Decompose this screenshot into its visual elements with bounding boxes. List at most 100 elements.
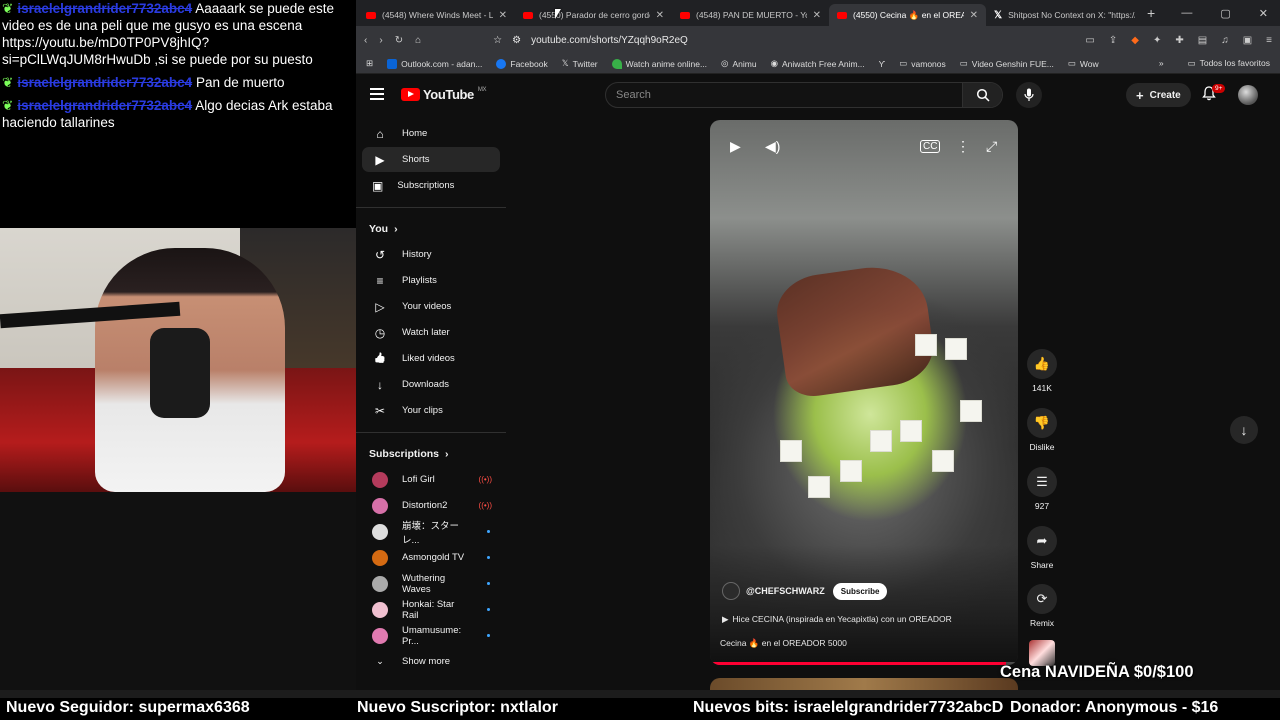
sidebar-item-liked-videos[interactable]: 👍 Liked videos [362, 346, 500, 371]
brave-shield-icon[interactable]: ◆ [1131, 35, 1139, 46]
puzzle-icon[interactable]: ✚ [1175, 35, 1183, 46]
close-tab-icon[interactable]: ✕ [813, 10, 821, 21]
chevron-down-icon: ⌄ [376, 656, 384, 666]
youtube-logo[interactable]: YouTube MX [401, 87, 487, 102]
url-text[interactable]: youtube.com/shorts/YZqqh9oR2eQ [531, 35, 688, 46]
sidebar-item-shorts[interactable]: ▶ Shorts [362, 147, 500, 172]
apps-grid-icon[interactable]: ⊞ [366, 58, 373, 69]
browser-tab-active[interactable]: (4550) Cecina 🔥 en el OREAD... ✕ [829, 4, 986, 26]
sidebar-item-your-clips[interactable]: ✂ Your clips [362, 398, 500, 423]
notification-badge: 9+ [1212, 84, 1226, 93]
home-browser-icon[interactable]: ⌂ [415, 35, 421, 46]
bookmark[interactable]: ◎ Animu [721, 58, 757, 69]
sidebar-item-subscription[interactable]: Honkai: Star Rail [362, 597, 500, 622]
channel-name[interactable]: @CHEFSCHWARZ [746, 586, 825, 596]
bookmark[interactable]: Facebook [496, 58, 548, 69]
account-avatar[interactable] [1238, 85, 1258, 105]
remix-action[interactable]: ⟳ Remix [1023, 584, 1061, 628]
remix-icon[interactable]: ⟳ [1027, 584, 1057, 614]
all-bookmarks[interactable]: » ▭ Todos los favoritos [1159, 58, 1270, 69]
address-bar[interactable]: ☆ ⚙ youtube.com/shorts/YZqqh9oR2eQ [493, 30, 688, 50]
video-title[interactable]: ▶ Hice CECINA (inspirada en Yecapixtla) c… [722, 614, 952, 625]
dislike-icon[interactable]: 👎 [1027, 408, 1057, 438]
browser-tab[interactable]: (4548) Where Winds Meet - Launch ✕ [358, 4, 515, 26]
sidebar-item-subscription[interactable]: Wuthering Waves [362, 571, 500, 596]
like-action[interactable]: 👍 141K [1023, 349, 1061, 393]
maximize-icon[interactable]: ▢ [1220, 7, 1230, 20]
subscribe-button[interactable]: Subscribe [832, 582, 888, 600]
wallet-icon[interactable]: ▣ [1243, 35, 1252, 46]
music-icon[interactable]: ♫ [1221, 35, 1229, 46]
bookmark[interactable]: Watch anime online... [611, 58, 708, 69]
site-info-icon[interactable]: ⚙ [512, 35, 521, 46]
sidebar-item-history[interactable]: ↺ History [362, 242, 500, 267]
fullscreen-icon[interactable]: ⤢ [986, 138, 997, 155]
shorts-player[interactable]: ▶ ◀) CC ⋮ ⤢ @CHEFSCHWARZ Subscribe ▶ Hice… [710, 120, 1018, 665]
browser-tab[interactable]: (4548) PAN DE MUERTO - YouTube ✕ [672, 4, 829, 26]
video-sound-title[interactable]: Cecina 🔥 en el OREADOR 5000 [720, 638, 847, 649]
next-video-button[interactable]: ↓ [1230, 416, 1258, 444]
bookmark[interactable]: ◉ Aniwatch Free Anim... [771, 58, 865, 69]
browser-tab[interactable]: (4550) Parador de cerro gordo ✕ [515, 4, 672, 26]
dislike-action[interactable]: 👎 Dislike [1023, 408, 1061, 452]
share-arrow-icon[interactable]: ➦ [1027, 526, 1057, 556]
sidebar-item-subscription[interactable]: 崩壊：スターレ... [362, 519, 500, 546]
bookmark-folder[interactable]: ▭ Video Genshin FUE... [960, 58, 1054, 69]
next-short-preview[interactable] [710, 678, 1018, 690]
screen-icon[interactable]: ▭ [1085, 35, 1094, 46]
sidebar-section-subscriptions[interactable]: Subscriptions › [356, 442, 506, 466]
show-more-button[interactable]: ⌄ Show more [362, 649, 500, 674]
search-box[interactable] [605, 82, 1003, 108]
create-button[interactable]: + Create [1126, 83, 1191, 107]
minimize-icon[interactable]: — [1181, 7, 1192, 20]
reload-icon[interactable]: ↻ [395, 35, 403, 46]
bookmark-star-icon[interactable]: ☆ [493, 35, 502, 46]
more-options-icon[interactable]: ⋮ [956, 138, 970, 155]
captions-icon[interactable]: CC [920, 140, 941, 153]
sidebar-item-watch-later[interactable]: ◷ Watch later [362, 320, 500, 345]
new-tab-icon[interactable]: + [1147, 5, 1155, 21]
sidebar-item-subscription[interactable]: Asmongold TV [362, 545, 500, 570]
share-action[interactable]: ➦ Share [1023, 526, 1061, 570]
sidebar-item-home[interactable]: ⌂ Home [362, 121, 500, 146]
comments-action[interactable]: ☰ 927 [1023, 467, 1061, 511]
ticker-item: Donador: Anonymous - $16 [1010, 699, 1219, 716]
sidebar-item-label: Honkai: Star Rail [402, 598, 455, 621]
bookmark-folder[interactable]: ▭ vamonos [899, 58, 946, 69]
menu-icon[interactable]: ≡ [1266, 35, 1272, 46]
search-input[interactable] [606, 83, 962, 107]
back-icon[interactable]: ‹ [364, 35, 367, 46]
sidebar-item-subscriptions[interactable]: ▣ Subscriptions [362, 173, 500, 198]
chevron-right-icon[interactable]: » [1159, 58, 1164, 69]
forward-icon[interactable]: › [379, 35, 382, 46]
bookmark-folder[interactable]: ▭ Wow [1068, 58, 1099, 69]
close-tab-icon[interactable]: ✕ [499, 10, 507, 21]
sidebar-item-downloads[interactable]: ↓ Downloads [362, 372, 500, 397]
play-icon[interactable]: ▶ [730, 138, 741, 155]
voice-search-button[interactable] [1016, 82, 1042, 108]
extension-icon[interactable]: ✦ [1153, 35, 1161, 46]
video-progress-bar[interactable] [710, 662, 1018, 665]
like-icon[interactable]: 👍 [1027, 349, 1057, 379]
bookmark-label: Watch anime online... [625, 58, 708, 69]
sidebar-icon[interactable]: ▤ [1198, 35, 1207, 46]
sidebar-item-subscription[interactable]: Lofi Girl ((•)) [362, 467, 500, 492]
close-window-icon[interactable]: ✕ [1259, 7, 1268, 20]
guide-menu-icon[interactable] [370, 88, 384, 100]
browser-tab[interactable]: 𝕏 Shitpost No Context on X: "https://... [986, 4, 1143, 26]
bookmark[interactable]: ϒ [879, 59, 886, 69]
bookmark[interactable]: Outlook.com - adan... [387, 58, 482, 69]
sidebar-item-playlists[interactable]: ≡ Playlists [362, 268, 500, 293]
sidebar-item-your-videos[interactable]: ▷ Your videos [362, 294, 500, 319]
sidebar-item-subscription[interactable]: Distortion2 ((•)) [362, 493, 500, 518]
share-icon[interactable]: ⇪ [1109, 35, 1117, 46]
sidebar-section-you[interactable]: You › [356, 217, 506, 241]
close-tab-icon[interactable]: ✕ [656, 10, 664, 21]
channel-avatar[interactable] [722, 582, 740, 600]
bookmark[interactable]: 𝕏 Twitter [562, 58, 598, 69]
volume-icon[interactable]: ◀) [765, 138, 780, 155]
comment-icon[interactable]: ☰ [1027, 467, 1057, 497]
sidebar-item-subscription[interactable]: Umamusume: Pr... [362, 623, 500, 648]
search-button[interactable] [962, 83, 1002, 107]
close-tab-icon[interactable]: ✕ [970, 10, 978, 21]
